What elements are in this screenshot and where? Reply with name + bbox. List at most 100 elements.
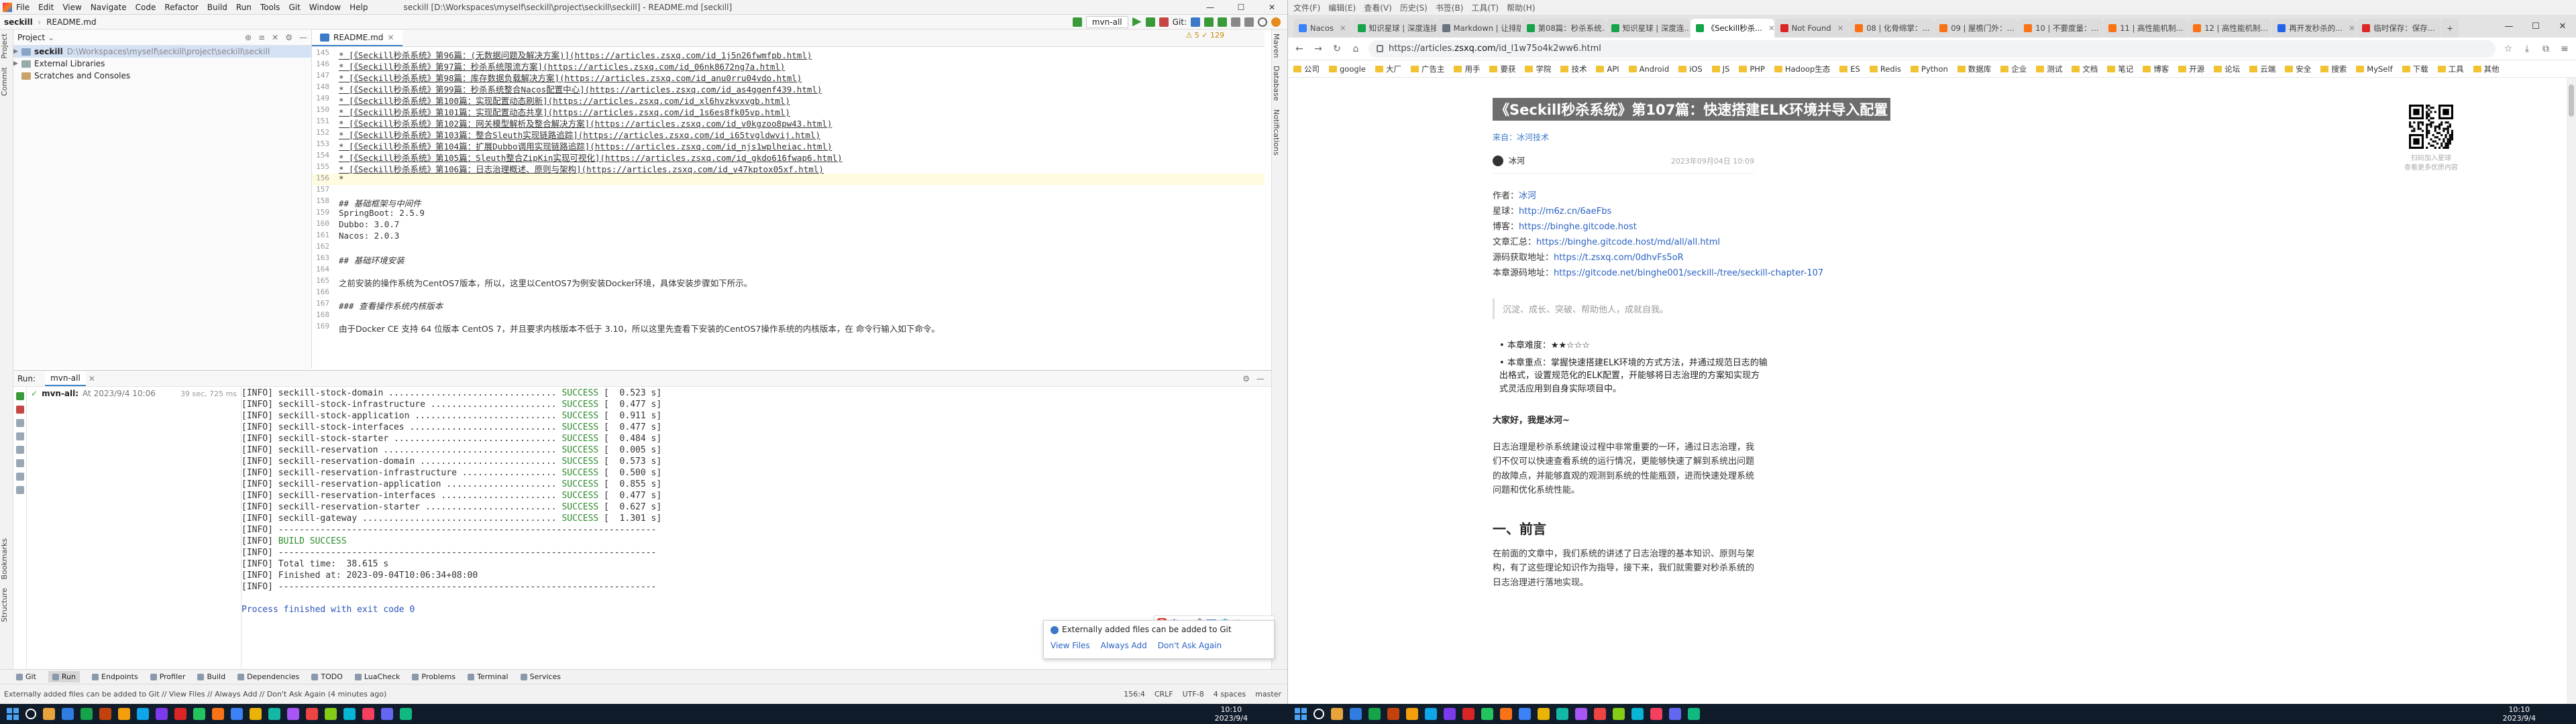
- taskbar-app-icon[interactable]: [1350, 708, 1362, 720]
- bookmark-item[interactable]: 公司: [1293, 64, 1320, 74]
- close-tab-icon[interactable]: ✕: [2271, 23, 2272, 33]
- menu-item-view[interactable]: View: [62, 3, 81, 12]
- menu-item-run[interactable]: Run: [236, 3, 252, 12]
- code-line[interactable]: 159 SpringBoot: 2.5.9: [312, 208, 1265, 219]
- taskbar-app-icon[interactable]: [250, 708, 262, 720]
- code-line[interactable]: 160 Dubbo: 3.0.7: [312, 219, 1265, 231]
- code-line[interactable]: 162: [312, 242, 1265, 253]
- search-icon[interactable]: [1258, 17, 1267, 27]
- taskbar-app-icon[interactable]: [156, 708, 168, 720]
- taskbar-app-icon[interactable]: [1519, 708, 1531, 720]
- bottom-tab-services[interactable]: Services: [520, 672, 561, 681]
- dont-ask-again-link[interactable]: Don't Ask Again: [1158, 641, 1222, 650]
- bottom-tab-build[interactable]: Build: [197, 672, 225, 681]
- pin-icon[interactable]: [16, 446, 24, 454]
- taskbar-app-icon[interactable]: [325, 708, 337, 720]
- tool-tab-project[interactable]: Project: [0, 29, 9, 63]
- code-line[interactable]: 151 * [《Seckill秒杀系统》第102篇：网关模型解析及整合解决方案](…: [312, 117, 1265, 129]
- info-link[interactable]: https://binghe.gitcode.host: [1519, 222, 1637, 232]
- settings-icon[interactable]: [16, 486, 24, 494]
- author-name[interactable]: 冰河: [1509, 155, 1525, 166]
- tree-item-root[interactable]: ▶ seckill D:\Workspaces\myself\seckill\p…: [13, 46, 311, 58]
- bookmark-item[interactable]: MySelf: [2356, 64, 2393, 74]
- code-line[interactable]: 164: [312, 265, 1265, 276]
- close-tab-icon[interactable]: ✕: [2018, 23, 2019, 33]
- bottom-tab-problems[interactable]: Problems: [412, 672, 455, 681]
- code-line[interactable]: 169 由于Docker CE 支持 64 位版本 CentOS 7，并且要求内核…: [312, 322, 1265, 334]
- code-line[interactable]: 158 ## 基础框架与中间件: [312, 196, 1265, 208]
- browser-tab[interactable]: Nacos ✕: [1293, 19, 1352, 38]
- run-icon[interactable]: [1132, 17, 1142, 27]
- code-line[interactable]: 157: [312, 185, 1265, 196]
- address-bar[interactable]: https://articles. zsxq.com /id_l1w75o4k2…: [1368, 40, 2496, 58]
- menu-item-navigate[interactable]: Navigate: [91, 3, 127, 12]
- git-update-icon[interactable]: [1191, 17, 1200, 27]
- bookmark-item[interactable]: 开源: [2178, 64, 2204, 74]
- view-files-link[interactable]: View Files: [1051, 641, 1090, 650]
- bookmark-item[interactable]: 笔记: [2107, 64, 2133, 74]
- info-link[interactable]: https://binghe.gitcode.host/md/all/all.h…: [1536, 237, 1720, 247]
- bottom-tab-dependencies[interactable]: Dependencies: [237, 672, 299, 681]
- bookmark-item[interactable]: 企业: [2000, 64, 2027, 74]
- clock-right[interactable]: 10:10 2023/9/4: [2503, 705, 2536, 723]
- debug-icon[interactable]: [1145, 17, 1155, 27]
- code-line[interactable]: 152 * [《Seckill秒杀系统》第103篇：整合Sleuth实现链路追踪]…: [312, 128, 1265, 140]
- close-tab-icon[interactable]: ✕: [1337, 23, 1346, 33]
- taskbar-app-icon[interactable]: [287, 708, 299, 720]
- bottom-tab-terminal[interactable]: Terminal: [468, 672, 508, 681]
- trash-icon[interactable]: [16, 473, 24, 481]
- bookmark-item[interactable]: ES: [1839, 64, 1860, 74]
- editor-tab-readme[interactable]: README.md ✕: [312, 30, 402, 46]
- bookmark-item[interactable]: 学院: [1525, 64, 1551, 74]
- code-line[interactable]: 167 ### 查看操作系统内核版本: [312, 299, 1265, 311]
- taskbar-app-icon[interactable]: [268, 708, 280, 720]
- home-icon[interactable]: ⌂: [1350, 44, 1362, 54]
- bookmark-item[interactable]: 要获: [1489, 64, 1515, 74]
- maximize-icon[interactable]: ☐: [2522, 21, 2549, 32]
- browser-tab[interactable]: 09 | 屋檐门外：...✕: [1934, 19, 2019, 38]
- bottom-tab-profiler[interactable]: Profiler: [150, 672, 185, 681]
- browser-tab[interactable]: Markdown | 让排版...✕: [1436, 19, 1521, 38]
- always-add-link[interactable]: Always Add: [1101, 641, 1147, 650]
- bookmark-item[interactable]: 下载: [2402, 64, 2428, 74]
- code-line[interactable]: 149 * [《Seckill秒杀系统》第100篇：实现配置动态刷新](https…: [312, 94, 1265, 106]
- close-icon[interactable]: ✕: [1256, 3, 1287, 12]
- run-config-selector[interactable]: mvn-all: [1085, 15, 1128, 28]
- taskbar-app-icon[interactable]: [231, 708, 243, 720]
- bookmark-item[interactable]: 用手: [1454, 64, 1480, 74]
- code-line[interactable]: 146 * [《Seckill秒杀系统》第97篇：秒杀系统限流方案](https:…: [312, 60, 1265, 72]
- bookmark-item[interactable]: 广告主: [1410, 64, 1444, 74]
- browser-tab[interactable]: 10 | 不要度量：...✕: [2019, 19, 2103, 38]
- bottom-tab-endpoints[interactable]: Endpoints: [92, 672, 138, 681]
- code-editor[interactable]: 145 * [《Seckill秒杀系统》第96篇：(无数据问题及解决方案)](ht…: [312, 48, 1265, 369]
- reload-icon[interactable]: ↻: [1331, 44, 1343, 54]
- status-message[interactable]: Externally added files can be added to G…: [4, 690, 386, 699]
- bottom-tab-git[interactable]: Git: [16, 672, 36, 681]
- browser-tab[interactable]: 临时保存：保存...✕: [2357, 19, 2441, 38]
- bookmark-item[interactable]: 博客: [2143, 64, 2169, 74]
- taskbar-app-icon[interactable]: [99, 708, 111, 720]
- taskbar-app-icon[interactable]: [1462, 708, 1474, 720]
- browser-menu-item[interactable]: 工具(T): [1471, 2, 1499, 13]
- bookmark-item[interactable]: 工具: [2437, 64, 2464, 74]
- browser-tab[interactable]: Not Found ✕: [1774, 19, 1849, 38]
- close-tab-icon[interactable]: ✕: [2102, 23, 2103, 33]
- close-tab-icon[interactable]: ✕: [2438, 23, 2441, 33]
- browser-tab[interactable]: 第08篇：秒杀系统...✕: [1521, 19, 1605, 38]
- code-line[interactable]: 145 * [《Seckill秒杀系统》第96篇：(无数据问题及解决方案)](ht…: [312, 48, 1265, 60]
- rollback-icon[interactable]: [1244, 17, 1254, 27]
- taskbar-app-icon[interactable]: [1669, 708, 1681, 720]
- run-tree-item[interactable]: ✓ mvn-all: At 2023/9/4 10:06 39 sec, 725…: [27, 387, 241, 400]
- taskbar-app-icon[interactable]: [62, 708, 74, 720]
- tool-tab-maven[interactable]: Maven: [1272, 29, 1281, 62]
- taskbar-app-icon[interactable]: [1556, 708, 1568, 720]
- close-tab-icon[interactable]: ✕: [2346, 23, 2355, 33]
- taskbar-app-icon[interactable]: [212, 708, 224, 720]
- taskbar-app-icon[interactable]: [381, 708, 393, 720]
- bottom-tab-run[interactable]: Run: [48, 671, 80, 682]
- git-commit-icon[interactable]: [1204, 17, 1214, 27]
- bookmark-item[interactable]: Redis: [1869, 64, 1901, 74]
- taskbar-app-icon[interactable]: [80, 708, 93, 720]
- browser-tab[interactable]: 11 | 高性能机制...✕: [2103, 19, 2188, 38]
- tool-tab-structure[interactable]: Structure: [0, 584, 9, 626]
